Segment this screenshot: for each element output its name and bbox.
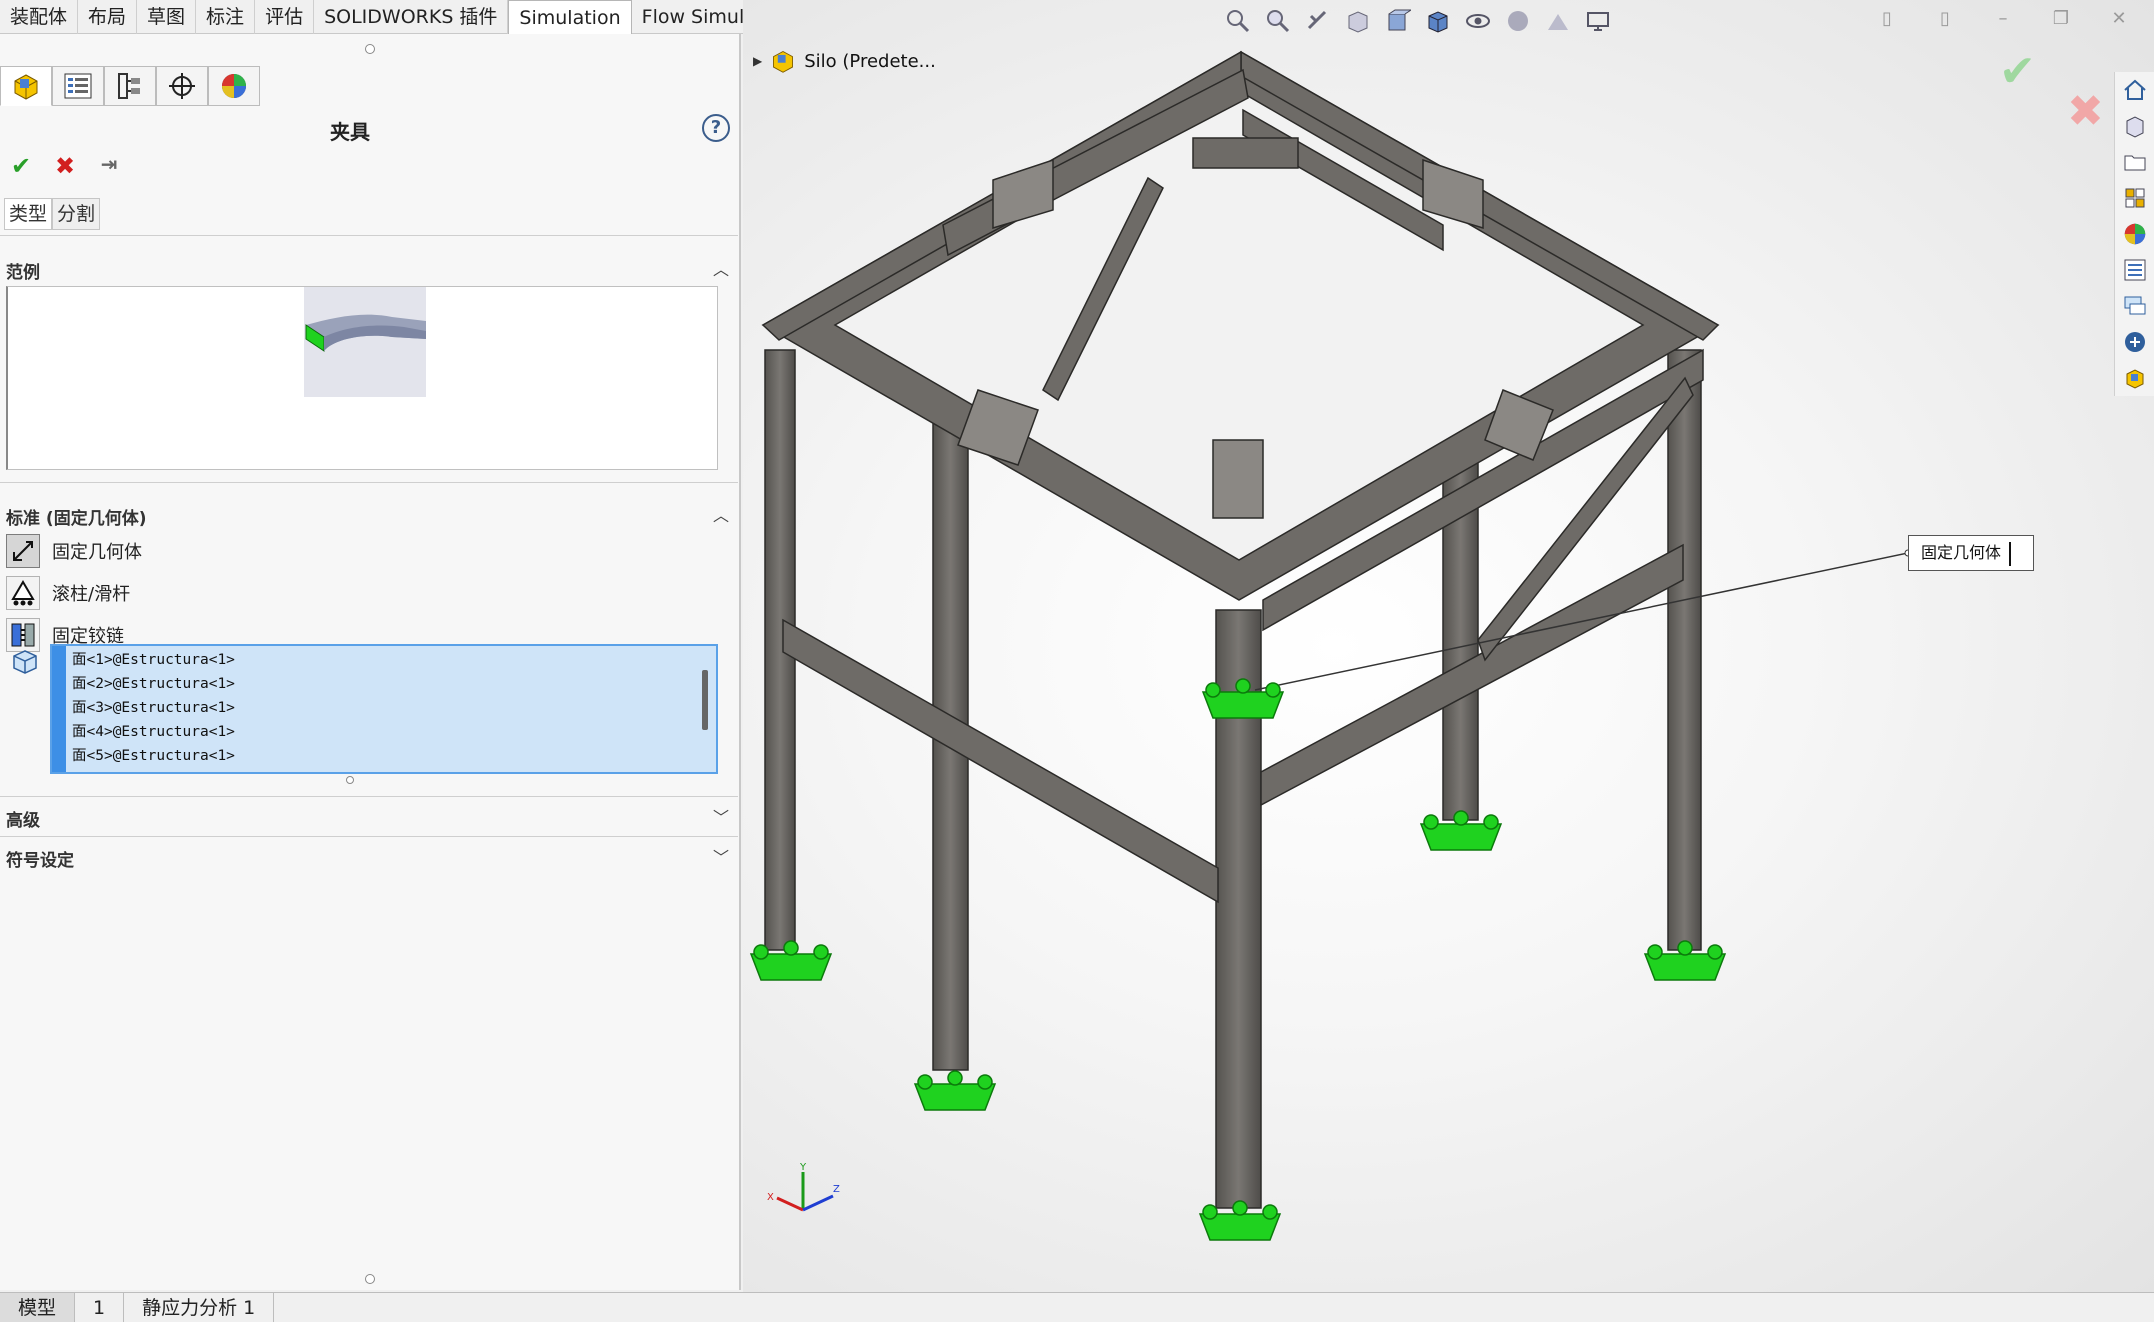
panel-grip-bottom[interactable]: [364, 1274, 375, 1284]
tab-assembly[interactable]: 装配体: [0, 0, 79, 34]
tab-display-manager[interactable]: [208, 66, 260, 106]
tab-dimxpert-manager[interactable]: [156, 66, 208, 106]
subtab-type[interactable]: 类型: [4, 198, 53, 230]
divider: [0, 796, 738, 797]
option-label: 滚柱/滑杆: [52, 584, 131, 605]
list-resize-grip[interactable]: [345, 776, 354, 784]
tab-model[interactable]: 模型: [0, 1293, 76, 1322]
list-item[interactable]: 面<3>@Estructura<1>: [72, 696, 235, 720]
help-icon[interactable]: ?: [702, 114, 730, 142]
simulation-advisor-icon[interactable]: [2115, 360, 2154, 396]
forum-icon[interactable]: [2115, 288, 2154, 324]
list-item[interactable]: 面<2>@Estructura<1>: [72, 672, 235, 696]
roller-slider-icon[interactable]: [6, 576, 40, 610]
tab-property-manager[interactable]: [52, 66, 104, 106]
home-icon[interactable]: [2115, 72, 2154, 108]
selected-faces-list[interactable]: 面<1>@Estructura<1> 面<2>@Estructura<1> 面<…: [50, 644, 718, 774]
divider: [0, 235, 738, 236]
solidworks-window: 装配体 布局 草图 标注 评估 SOLIDWORKS 插件 Simulation…: [0, 0, 2154, 1322]
design-library-icon[interactable]: [2115, 108, 2154, 144]
solidworks-resources-icon[interactable]: [2115, 324, 2154, 360]
section-advanced-header[interactable]: 高级: [6, 806, 40, 831]
list-item[interactable]: 面<5>@Estructura<1>: [72, 744, 235, 768]
tab-addins[interactable]: SOLIDWORKS 插件: [314, 0, 509, 34]
chevron-down-icon[interactable]: ﹀: [713, 804, 729, 828]
tab-layout[interactable]: 布局: [78, 0, 138, 34]
configuration-icon: [118, 73, 140, 99]
view-palette-icon[interactable]: [2115, 180, 2154, 216]
example-image: [304, 287, 426, 397]
text-caret: [2009, 542, 2011, 566]
tab-static-study-1[interactable]: 静应力分析 1: [124, 1293, 275, 1322]
subtab-split[interactable]: 分割: [52, 198, 101, 230]
silo-frame-model[interactable]: [743, 0, 2154, 1292]
list-item[interactable]: 面<4>@Estructura<1>: [72, 720, 235, 744]
axis-y-label: Y: [799, 1162, 807, 1173]
option-fixed-geometry[interactable]: 固定几何体: [6, 532, 142, 570]
crosshair-icon: [169, 73, 195, 99]
command-manager-tabs: 装配体 布局 草图 标注 评估 SOLIDWORKS 插件 Simulation…: [0, 0, 804, 34]
property-list-icon: [64, 73, 92, 99]
axis-z-label: Z: [833, 1184, 840, 1195]
tab-configuration-manager[interactable]: [104, 66, 156, 106]
face-selection-icon: [10, 646, 40, 680]
assembly-icon: [14, 74, 38, 100]
fixture-callout[interactable]: 固定几何体: [1908, 535, 2034, 571]
axis-x-label: X: [767, 1192, 774, 1203]
option-label: 固定几何体: [52, 542, 142, 563]
section-symbol-header[interactable]: 符号设定: [6, 846, 74, 871]
appearance-sphere-icon: [222, 74, 246, 98]
section-standard-header[interactable]: 标准 (固定几何体): [6, 504, 146, 529]
manager-tabs: [0, 66, 260, 106]
pushpin-icon[interactable]: ⇥: [94, 152, 124, 180]
list-scrollbar[interactable]: [702, 670, 708, 730]
chevron-up-icon[interactable]: ︿: [713, 256, 729, 280]
tab-sketch[interactable]: 草图: [137, 0, 197, 34]
list-item[interactable]: 面<1>@Estructura<1>: [72, 648, 235, 672]
divider: [0, 836, 738, 837]
task-pane-strip: [2114, 72, 2154, 396]
tab-simulation[interactable]: Simulation: [508, 0, 632, 34]
file-explorer-icon[interactable]: [2115, 144, 2154, 180]
tab-evaluate[interactable]: 评估: [255, 0, 315, 34]
pm-subtabs: 类型 分割: [4, 198, 101, 230]
tab-markup[interactable]: 标注: [196, 0, 256, 34]
option-roller-slider[interactable]: 滚柱/滑杆: [6, 574, 130, 612]
bottom-tab-bar: 模型 1 静应力分析 1: [0, 1292, 2154, 1322]
tab-feature-manager[interactable]: [0, 66, 52, 106]
example-preview: [6, 286, 718, 470]
custom-properties-icon[interactable]: [2115, 252, 2154, 288]
coordinate-triad: Y X Z: [767, 1162, 840, 1212]
property-manager: 夹具 ? ✔ ✖ ⇥ 类型 分割 范例 ︿ 标准 (固定几何体) ︿ 固定几何体…: [0, 34, 741, 1290]
page-title: 夹具: [330, 120, 370, 144]
graphics-area[interactable]: ▯ ▯ – ❐ ✕ ▶ Silo (Predete... ✔ ✖ 固定几何体 Y…: [743, 0, 2154, 1292]
curved-beam-illustration: [305, 314, 426, 352]
section-example-header[interactable]: 范例: [6, 258, 40, 283]
callout-label: 固定几何体: [1921, 543, 2002, 562]
pm-actions: ✔ ✖ ⇥: [6, 152, 124, 180]
chevron-down-icon[interactable]: ﹀: [713, 844, 729, 868]
tab-motion-study-1[interactable]: 1: [75, 1293, 125, 1322]
chevron-up-icon[interactable]: ︿: [713, 502, 729, 526]
fixed-geometry-icon[interactable]: [6, 534, 40, 568]
cancel-x-icon[interactable]: ✖: [50, 152, 80, 180]
ok-check-icon[interactable]: ✔: [6, 152, 36, 180]
divider: [0, 482, 738, 483]
appearances-icon[interactable]: [2115, 216, 2154, 252]
panel-grip-top[interactable]: [364, 44, 375, 54]
